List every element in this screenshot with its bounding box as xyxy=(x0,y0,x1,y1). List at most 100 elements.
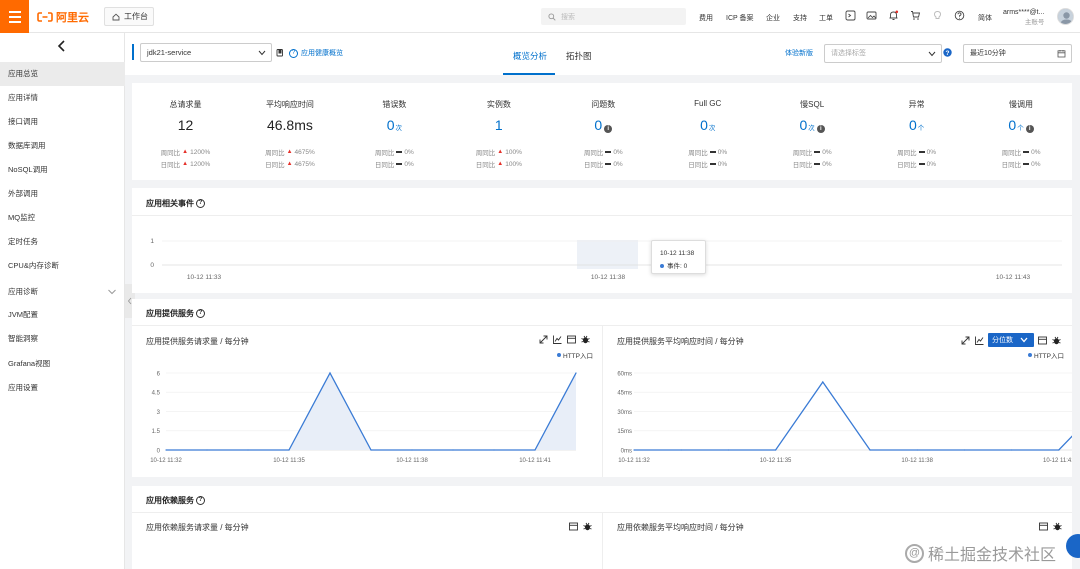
compare-label: 日同比 xyxy=(265,162,285,169)
day-over-day: 日同比 0% xyxy=(341,159,448,170)
info-icon[interactable]: i xyxy=(1025,125,1034,133)
y-tick-label: 3 xyxy=(157,410,161,416)
calendar-icon xyxy=(1057,50,1066,58)
question-icon: ? xyxy=(289,48,298,58)
events-chart[interactable]: 1 0 10-12 11:33 10-12 11:38 10-12 11:43 xyxy=(132,216,1072,293)
legend-requests[interactable]: HTTP入口 xyxy=(557,350,593,360)
cart-icon[interactable] xyxy=(910,10,921,21)
lightbulb-icon[interactable] xyxy=(932,10,943,21)
sidebar-item-cpu-memory[interactable]: CPU&内存诊断 xyxy=(0,254,125,278)
tab-topology[interactable]: 拓扑图 xyxy=(566,50,592,62)
health-overview-link[interactable]: ? 应用健康概览 xyxy=(289,48,343,58)
nav-support[interactable]: 支持 xyxy=(793,13,807,23)
table-view-icon[interactable] xyxy=(568,521,579,532)
bug-icon[interactable] xyxy=(582,521,593,532)
time-range-value: 最近10分钟 xyxy=(970,50,1006,57)
legend-response-time[interactable]: HTTP入口 xyxy=(1028,350,1064,360)
x-tick-label: 10-12 11:33 xyxy=(187,274,222,281)
compare-label: 日同比 xyxy=(583,162,604,169)
bug-icon[interactable] xyxy=(1052,521,1063,532)
line-chart-icon[interactable] xyxy=(552,334,563,345)
sidebar-item-jvm-config[interactable]: JVM配置 xyxy=(0,303,125,327)
workbench-button[interactable]: 工作台 xyxy=(104,7,154,26)
bug-icon[interactable] xyxy=(1051,335,1062,346)
compare-label: 周同比 xyxy=(1001,150,1022,157)
watermark: @ 稀土掘金技术社区 xyxy=(905,541,1056,565)
time-range-picker[interactable]: 最近10分钟 xyxy=(963,44,1072,63)
tooltip-label: 事件: xyxy=(667,263,682,270)
data-point xyxy=(963,449,965,451)
sidebar-item-nosql-calls[interactable]: NoSQL调用 xyxy=(0,158,125,182)
question-icon[interactable]: ? xyxy=(196,496,205,505)
sidebar-item-api-calls[interactable]: 接口调用 xyxy=(0,110,125,134)
chevron-down-icon[interactable] xyxy=(107,288,117,296)
compare-value: 0% xyxy=(613,160,623,168)
metric-label: 慢SQL xyxy=(800,100,825,109)
line-chart-icon[interactable] xyxy=(974,335,985,346)
day-over-day: 日同比 0% xyxy=(654,159,761,170)
avatar[interactable] xyxy=(1057,8,1074,25)
copy-icon[interactable] xyxy=(276,48,284,57)
compare-value: 0% xyxy=(926,148,937,156)
image-icon[interactable] xyxy=(866,10,877,21)
chart-title-dep-response-time: 应用依赖服务平均响应时间 / 每分钟 xyxy=(617,523,744,532)
help-icon[interactable] xyxy=(954,10,965,21)
sidebar-item-scheduled-tasks[interactable]: 定时任务 xyxy=(0,230,125,254)
menu-button[interactable] xyxy=(0,0,29,33)
tab-overview[interactable]: 概览分析 xyxy=(513,50,547,62)
health-overview-label: 应用健康概览 xyxy=(301,50,343,57)
quantile-dropdown-button[interactable]: 分位数 xyxy=(988,333,1034,347)
info-icon[interactable]: i xyxy=(604,125,613,133)
table-view-icon[interactable] xyxy=(1037,335,1048,346)
lang-switch[interactable]: 简体 xyxy=(978,13,992,23)
week-over-week: 周同比 0% xyxy=(654,147,761,158)
data-point xyxy=(575,372,577,374)
table-view-icon[interactable] xyxy=(1038,521,1049,532)
tag-select[interactable]: 请选择标签 xyxy=(824,44,942,63)
y-tick-label: 15ms xyxy=(617,429,632,435)
info-icon[interactable]: i xyxy=(816,125,825,133)
back-arrow-icon[interactable] xyxy=(55,39,69,53)
data-point xyxy=(534,449,536,451)
data-point xyxy=(452,449,454,451)
compare-value: 0% xyxy=(404,160,414,168)
search-input[interactable]: 搜索 xyxy=(541,8,686,25)
question-icon[interactable]: ? xyxy=(196,199,205,208)
nav-icp[interactable]: ICP 备案 xyxy=(726,13,754,23)
bug-icon[interactable] xyxy=(580,334,591,345)
help-icon[interactable]: ? xyxy=(943,48,952,57)
events-title-text: 应用相关事件 xyxy=(146,199,194,208)
sidebar-item-external-calls[interactable]: 外部调用 xyxy=(0,182,125,206)
table-view-icon[interactable] xyxy=(566,334,577,345)
question-icon[interactable]: ? xyxy=(196,309,205,318)
requests-chart[interactable]: 6 4.5 3 1.5 0 10-12 11:32 10-12 11:35 10-12 11:… xyxy=(132,361,600,477)
x-tick-label: 10-12 11:38 xyxy=(901,458,933,464)
sidebar-item-insights[interactable]: 智能洞察 xyxy=(0,327,125,351)
expand-icon[interactable] xyxy=(960,335,971,346)
metric-label: 问题数 xyxy=(591,100,616,109)
user-account[interactable]: arms****@t... 主账号 xyxy=(1003,8,1044,28)
try-new-version-link[interactable]: 体验新版 xyxy=(785,48,813,58)
sidebar-item-app-settings[interactable]: 应用设置 xyxy=(0,376,125,400)
sidebar-item-grafana[interactable]: Grafana视图 xyxy=(0,352,125,376)
code-terminal-icon[interactable] xyxy=(845,10,856,21)
nav-enterprise[interactable]: 企业 xyxy=(766,13,780,23)
trend-flat-icon xyxy=(605,163,612,165)
metric-label: 错误数 xyxy=(382,100,407,109)
bell-icon[interactable] xyxy=(888,10,899,21)
sidebar-item-app-details[interactable]: 应用详情 xyxy=(0,86,125,110)
y-tick-label: 30ms xyxy=(617,410,632,416)
nav-fees[interactable]: 费用 xyxy=(699,13,713,23)
service-select[interactable]: jdk21-service xyxy=(140,43,272,62)
active-tab-indicator xyxy=(503,73,555,75)
metric-value: 0 xyxy=(799,117,808,133)
sidebar-item-db-calls[interactable]: 数据库调用 xyxy=(0,134,125,158)
nav-ticket[interactable]: 工单 xyxy=(819,13,833,23)
response-time-chart[interactable]: 60ms 45ms 30ms 15ms 0ms 10-12 11:32 10-12 11:3… xyxy=(604,361,1072,477)
sidebar-item-mq-monitor[interactable]: MQ监控 xyxy=(0,206,125,230)
sidebar-item-overview[interactable]: 应用总览 xyxy=(0,62,125,86)
expand-icon[interactable] xyxy=(538,334,549,345)
watermark-text: 稀土掘金技术社区 xyxy=(928,547,1057,564)
aliyun-logo[interactable]: 阿里云 xyxy=(37,9,89,25)
x-tick-label: 10-12 11:35 xyxy=(273,458,305,464)
